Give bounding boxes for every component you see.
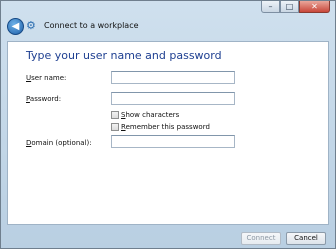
content-panel: Type your user name and password User na… bbox=[7, 41, 329, 225]
minimize-button[interactable]: – bbox=[261, 1, 280, 13]
dialog-footer: Connect Cancel bbox=[1, 225, 335, 248]
window-controls: – □ ✕ bbox=[261, 1, 330, 13]
show-characters-checkbox[interactable] bbox=[111, 111, 119, 119]
password-label: Password: bbox=[26, 95, 62, 103]
remember-password-checkbox[interactable] bbox=[111, 123, 119, 131]
username-field[interactable] bbox=[111, 71, 235, 84]
show-characters-label[interactable]: Show characters bbox=[121, 111, 179, 119]
connect-button[interactable]: Connect bbox=[241, 232, 281, 245]
maximize-button[interactable]: □ bbox=[280, 1, 299, 13]
back-arrow-icon[interactable]: ◀ bbox=[7, 18, 24, 35]
cancel-button[interactable]: Cancel bbox=[286, 232, 326, 245]
workplace-connection-icon: ⚙ bbox=[26, 19, 36, 32]
dialog-window: – □ ✕ ◀ ⚙ Connect to a workplace Type yo… bbox=[0, 0, 336, 249]
remember-password-label[interactable]: Remember this password bbox=[121, 123, 210, 131]
domain-field[interactable] bbox=[111, 135, 235, 148]
domain-label: Domain (optional): bbox=[26, 139, 92, 147]
close-button[interactable]: ✕ bbox=[299, 1, 330, 13]
password-field[interactable] bbox=[111, 92, 235, 105]
title-bar: – □ ✕ ◀ ⚙ Connect to a workplace bbox=[1, 1, 335, 41]
username-label: User name: bbox=[26, 74, 67, 82]
page-heading: Type your user name and password bbox=[26, 49, 222, 62]
window-title: Connect to a workplace bbox=[44, 21, 139, 30]
